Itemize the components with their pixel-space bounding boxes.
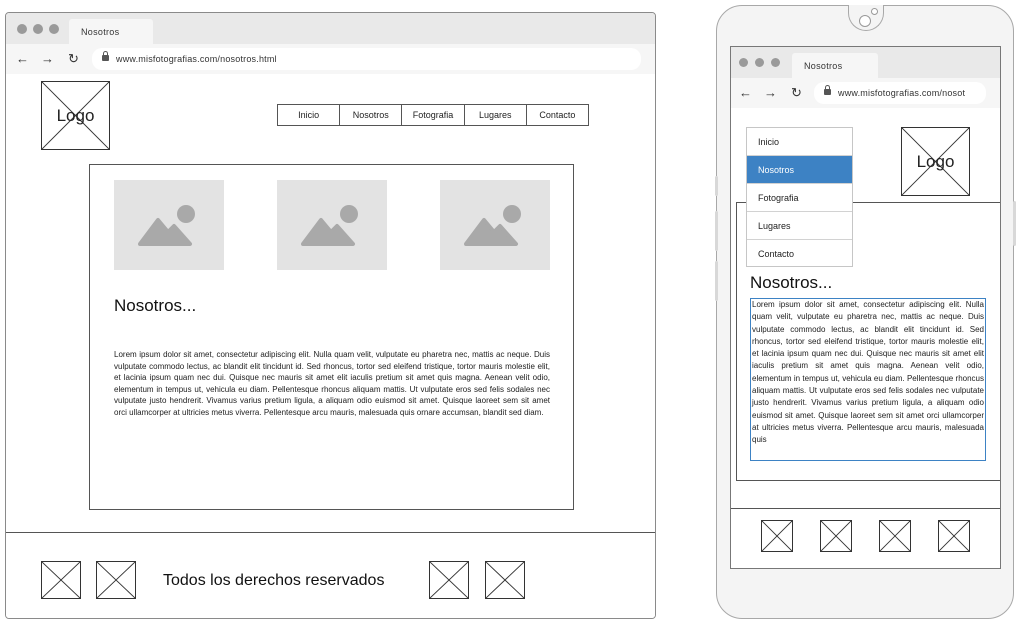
menu-item-fotografia[interactable]: Fotografia bbox=[747, 184, 852, 212]
footer-cross-icon bbox=[939, 521, 969, 551]
lock-icon bbox=[102, 51, 109, 61]
front-camera-icon bbox=[859, 15, 871, 27]
window-dot-maximize[interactable] bbox=[771, 58, 780, 67]
image-placeholder-icon bbox=[138, 205, 195, 246]
page-heading: Nosotros... bbox=[750, 273, 833, 292]
window-dot-minimize[interactable] bbox=[755, 58, 764, 67]
reload-icon[interactable]: ↻ bbox=[68, 52, 79, 66]
footer: Todos los derechos reservados bbox=[6, 532, 655, 618]
phone-side-button bbox=[715, 211, 718, 251]
back-arrow-icon[interactable]: ← bbox=[739, 86, 752, 100]
phone-screen: Nosotros ← → ↻ www.misfotografias.com/no… bbox=[730, 46, 1001, 569]
footer-cross-icon bbox=[880, 521, 910, 551]
url-field[interactable]: www.misfotografias.com/nosot bbox=[814, 82, 986, 104]
nav-item-contacto[interactable]: Contacto bbox=[527, 105, 588, 125]
page-heading: Nosotros... bbox=[114, 296, 197, 315]
desktop-title-bar: Nosotros bbox=[6, 13, 655, 44]
url-text: www.misfotografias.com/nosot bbox=[838, 88, 966, 98]
footer-cross-icon bbox=[430, 562, 468, 598]
menu-item-inicio[interactable]: Inicio bbox=[747, 128, 852, 156]
footer-icon-placeholder[interactable] bbox=[429, 561, 469, 599]
mobile-footer bbox=[731, 508, 1000, 568]
logo-label: Logo bbox=[916, 151, 955, 171]
logo-placeholder[interactable]: Logo bbox=[901, 127, 970, 196]
footer-icon-placeholder[interactable] bbox=[820, 520, 852, 552]
image-placeholder-icon bbox=[464, 205, 521, 246]
menu-item-lugares[interactable]: Lugares bbox=[747, 212, 852, 240]
nav-item-inicio[interactable]: Inicio bbox=[278, 105, 341, 125]
image-placeholder[interactable] bbox=[440, 180, 550, 270]
menu-item-contacto[interactable]: Contacto bbox=[747, 240, 852, 268]
footer-icon-placeholder[interactable] bbox=[761, 520, 793, 552]
tab-title: Nosotros bbox=[804, 60, 843, 71]
footer-icon-placeholder[interactable] bbox=[96, 561, 136, 599]
phone-notch bbox=[848, 5, 884, 31]
footer-cross-icon bbox=[762, 521, 792, 551]
reload-icon[interactable]: ↻ bbox=[791, 86, 802, 100]
phone-side-button bbox=[1013, 201, 1016, 246]
nav-item-fotografia[interactable]: Fotografia bbox=[402, 105, 465, 125]
browser-tab[interactable]: Nosotros bbox=[69, 19, 153, 44]
footer-icon-placeholder[interactable] bbox=[41, 561, 81, 599]
image-placeholder-icon bbox=[301, 205, 358, 246]
menu-item-nosotros[interactable]: Nosotros bbox=[747, 156, 852, 184]
footer-cross-icon bbox=[97, 562, 135, 598]
window-dot-maximize[interactable] bbox=[49, 24, 59, 34]
mobile-dropdown-menu: Inicio Nosotros Fotografia Lugares Conta… bbox=[746, 127, 853, 267]
browser-tab[interactable]: Nosotros bbox=[792, 53, 878, 78]
footer-icon-placeholder[interactable] bbox=[485, 561, 525, 599]
phone-mockup: Nosotros ← → ↻ www.misfotografias.com/no… bbox=[715, 5, 1016, 619]
mobile-title-bar: Nosotros bbox=[731, 47, 1000, 78]
selected-text-block[interactable]: Lorem ipsum dolor sit amet, consectetur … bbox=[750, 298, 986, 461]
window-dot-minimize[interactable] bbox=[33, 24, 43, 34]
mobile-address-bar: ← → ↻ www.misfotografias.com/nosot bbox=[731, 78, 1000, 108]
tab-title: Nosotros bbox=[81, 26, 120, 37]
footer-cross-icon bbox=[821, 521, 851, 551]
phone-side-button bbox=[715, 261, 718, 301]
window-dot-close[interactable] bbox=[739, 58, 748, 67]
main-navigation: Inicio Nosotros Fotografia Lugares Conta… bbox=[277, 104, 589, 126]
footer-icon-placeholder[interactable] bbox=[938, 520, 970, 552]
nav-item-nosotros[interactable]: Nosotros bbox=[340, 105, 403, 125]
forward-arrow-icon[interactable]: → bbox=[41, 52, 54, 66]
image-placeholder[interactable] bbox=[114, 180, 224, 270]
back-arrow-icon[interactable]: ← bbox=[16, 52, 29, 66]
window-dot-close[interactable] bbox=[17, 24, 27, 34]
image-placeholder[interactable] bbox=[277, 180, 387, 270]
footer-copyright: Todos los derechos reservados bbox=[163, 572, 385, 589]
phone-side-button bbox=[715, 176, 718, 196]
desktop-browser-mockup: Nosotros ← → ↻ www.misfotografias.com/no… bbox=[5, 12, 656, 619]
lock-icon bbox=[824, 85, 831, 95]
footer-cross-icon bbox=[42, 562, 80, 598]
logo-label: Logo bbox=[56, 105, 95, 125]
url-field[interactable]: www.misfotografias.com/nosotros.html bbox=[92, 48, 641, 70]
nav-item-lugares[interactable]: Lugares bbox=[465, 105, 527, 125]
body-paragraph: Lorem ipsum dolor sit amet, consectetur … bbox=[114, 350, 550, 417]
forward-arrow-icon[interactable]: → bbox=[764, 86, 777, 100]
address-bar: ← → ↻ www.misfotografias.com/nosotros.ht… bbox=[6, 44, 655, 74]
logo-placeholder[interactable]: Logo bbox=[41, 81, 110, 150]
footer-cross-icon bbox=[486, 562, 524, 598]
content-area: Nosotros... Lorem ipsum dolor sit amet, … bbox=[89, 164, 574, 510]
url-text: www.misfotografias.com/nosotros.html bbox=[116, 54, 277, 64]
sensor-icon bbox=[871, 8, 878, 15]
footer-icon-placeholder[interactable] bbox=[879, 520, 911, 552]
